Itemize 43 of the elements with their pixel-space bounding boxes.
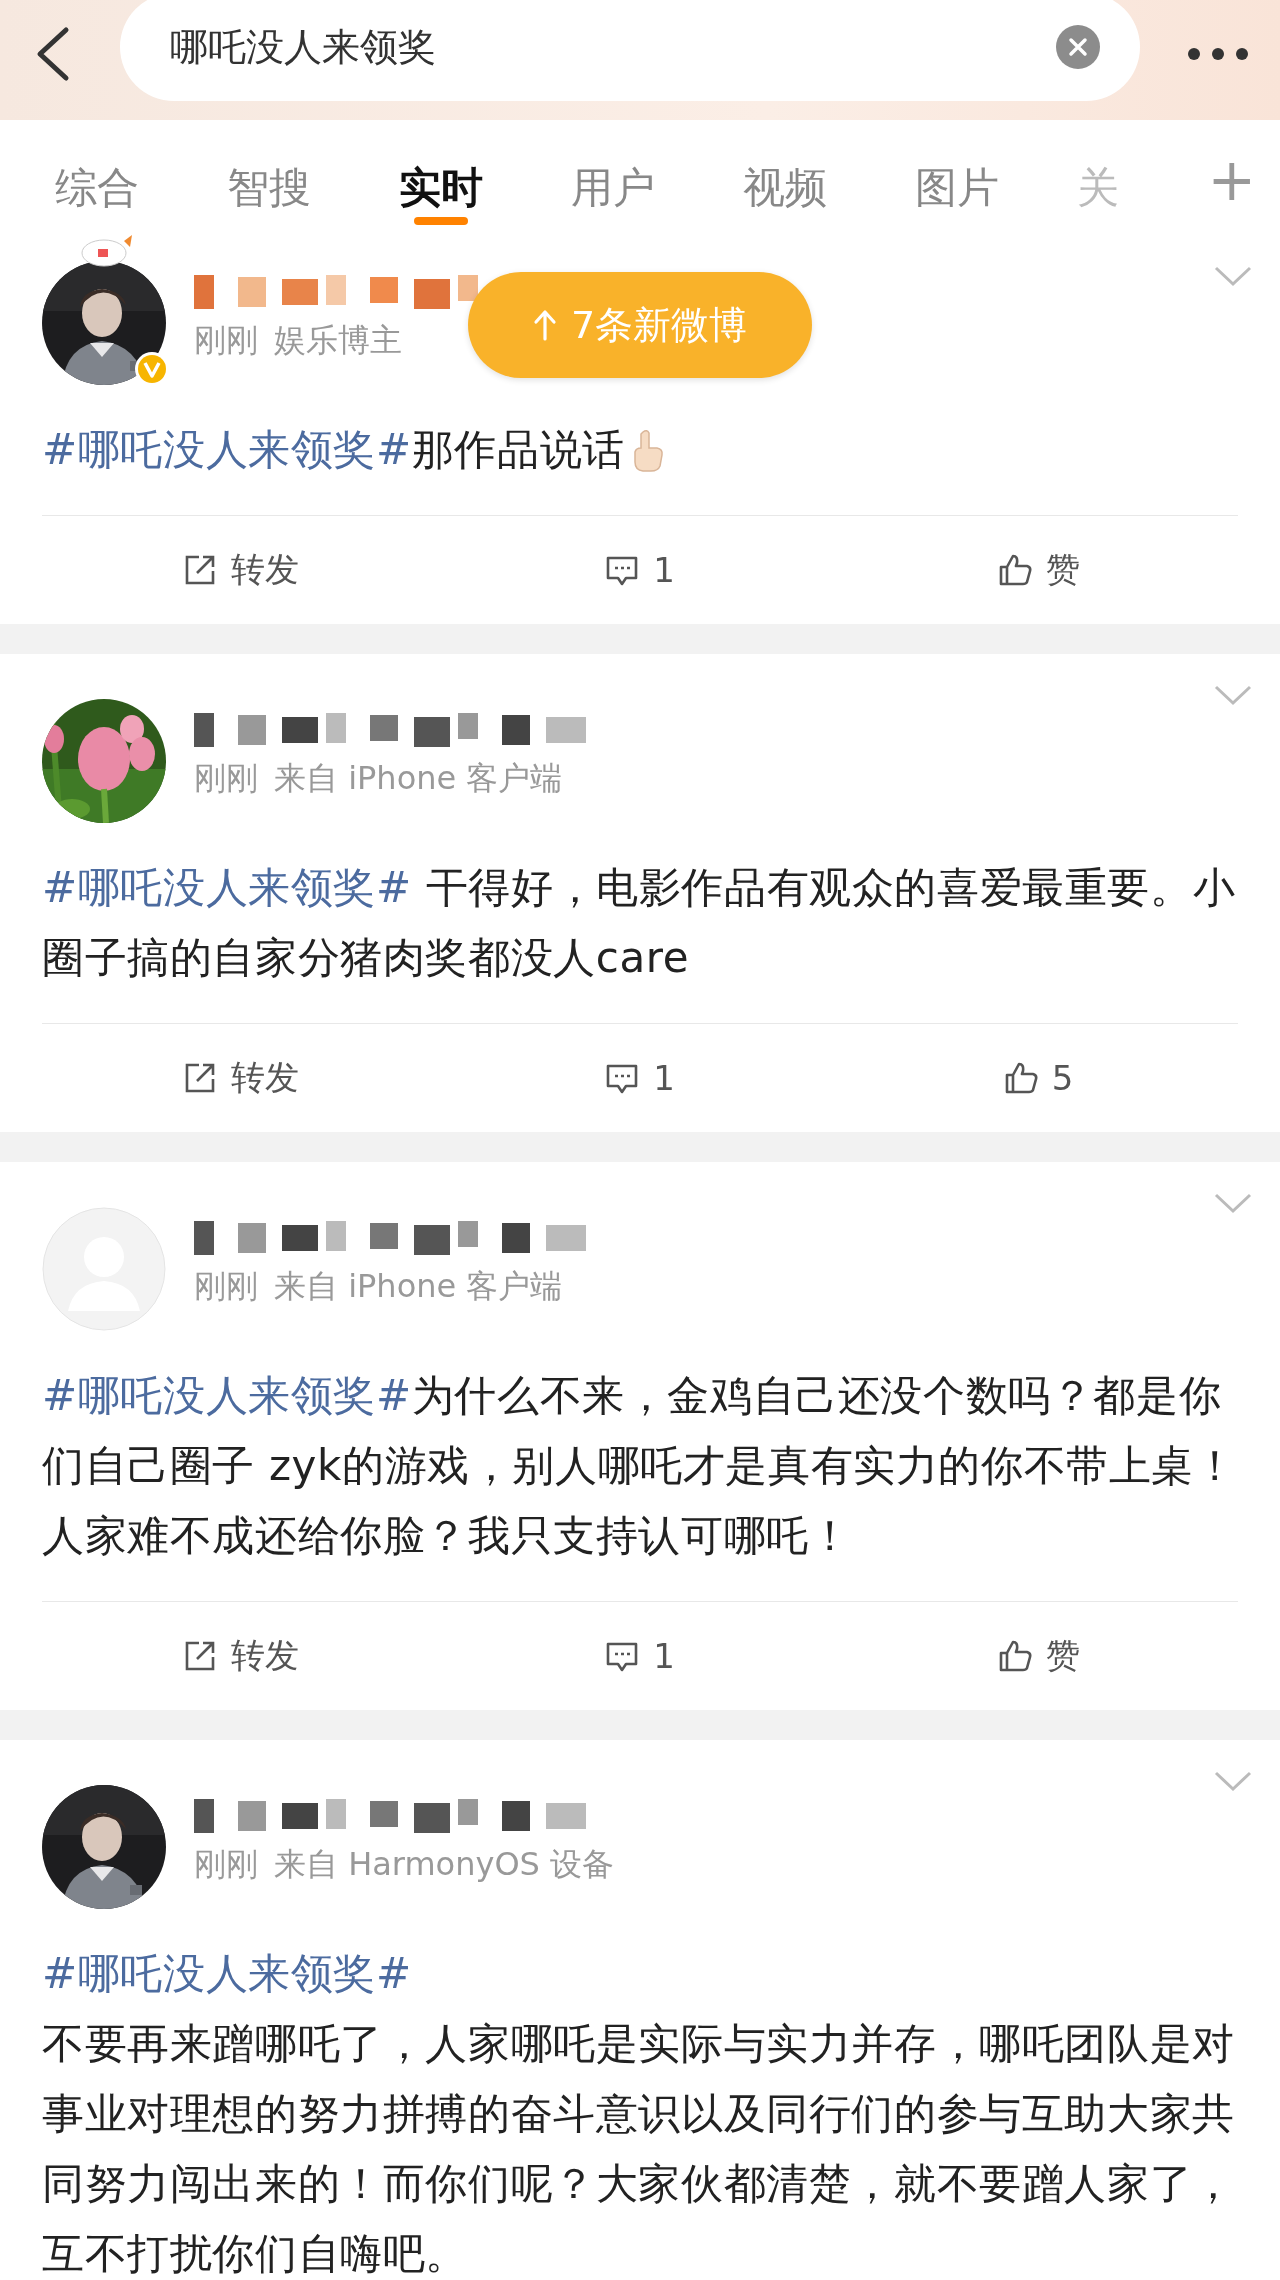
post-text: #哪吒没人来领奖# 干得好，电影作品有观众的喜爱最重要。小圈子搞的自家分猪肉奖都没人care (42, 853, 1238, 1024)
repost-button[interactable]: 转发 (42, 516, 441, 624)
arrow-up-icon (532, 309, 557, 341)
post-source: 来自 HarmonyOS 设备 (274, 1844, 615, 1885)
thumbs-up-icon (997, 1639, 1032, 1673)
tab[interactable]: 图片 (871, 120, 1043, 225)
chevron-down-icon[interactable] (1214, 1192, 1252, 1214)
thumbs-up-icon (997, 553, 1032, 587)
tab[interactable]: 用户 (527, 120, 699, 225)
chevron-down-icon[interactable] (1214, 265, 1252, 287)
post-time: 刚刚 (194, 1844, 258, 1885)
repost-button[interactable]: 转发 (42, 1024, 441, 1132)
clear-icon[interactable] (1056, 25, 1100, 69)
like-button[interactable]: 赞 (839, 1602, 1238, 1710)
post-text: #哪吒没人来领奖#那作品说话 (42, 415, 1238, 516)
thumbs-up-icon (1003, 1061, 1038, 1095)
search-field[interactable]: 哪吒没人来领奖 (120, 0, 1140, 101)
tab[interactable]: 视频 (699, 120, 871, 225)
like-button[interactable]: 赞 (839, 516, 1238, 624)
like-button[interactable]: 5 (839, 1024, 1238, 1132)
repost-button[interactable]: 转发 (42, 1602, 441, 1710)
post-time: 刚刚 (194, 320, 258, 361)
tab[interactable]: 实时 (355, 120, 527, 225)
post-text: #哪吒没人来领奖# 不要再来蹭哪吒了，人家哪吒是实际与实力并存，哪吒团队是对事业对理想的努力拼搏的奋斗意识以及同行们的参与互助大家共同努力闯出来的！而你们呢？大家伙都清楚，就不要蹭人家了，互不打扰你们自嗨吧。 (42, 1939, 1238, 2280)
post-source: 娱乐博主 (274, 320, 402, 361)
post-time: 刚刚 (194, 1266, 258, 1307)
hashtag-link[interactable]: #哪吒没人来领奖# (42, 425, 412, 474)
hashtag-link[interactable]: #哪吒没人来领奖# (42, 1371, 412, 1420)
post-source: 来自 iPhone 客户端 (274, 758, 563, 799)
tab[interactable]: 综合 (11, 120, 183, 225)
comment-button[interactable]: 1 (440, 1602, 840, 1710)
comment-button[interactable]: 1 (440, 1024, 840, 1132)
add-tab-button[interactable]: + (1207, 120, 1256, 214)
comment-button[interactable]: 1 (440, 516, 840, 624)
hashtag-link[interactable]: #哪吒没人来领奖# (42, 863, 412, 912)
chevron-down-icon[interactable] (1214, 1770, 1252, 1792)
post-text: #哪吒没人来领奖#为什么不来，金鸡自己还没个数吗？都是你们自己圈子 zyk的游戏，别人哪吒才是真有实力的你不带上桌！人家难不成还给你脸？我只支持认可哪吒！ (42, 1361, 1238, 1602)
post-time: 刚刚 (194, 758, 258, 799)
tab[interactable]: 智搜 (183, 120, 355, 225)
chevron-down-icon[interactable] (1214, 684, 1252, 706)
hashtag-link[interactable]: #哪吒没人来领奖# (42, 1949, 412, 1998)
more-icon[interactable] (1186, 46, 1250, 62)
post-source: 来自 iPhone 客户端 (274, 1266, 563, 1307)
